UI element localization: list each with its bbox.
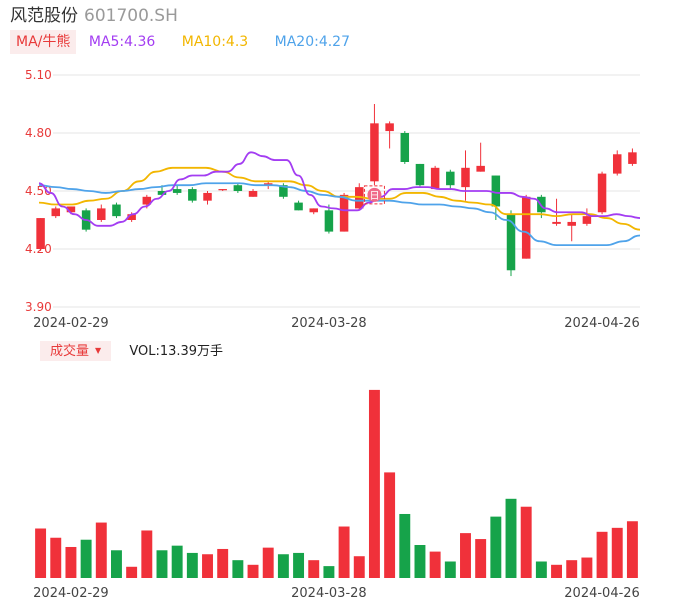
candle-body <box>385 123 394 132</box>
volume-bar <box>596 531 608 578</box>
candle-body <box>476 165 485 172</box>
volume-bar <box>80 539 92 578</box>
candle-body <box>172 189 182 193</box>
volume-bar <box>308 560 320 578</box>
date-tick-label: 2024-04-26 <box>564 586 640 601</box>
candle-body <box>446 171 455 186</box>
candle-body <box>248 191 258 197</box>
price-tick-label: 3.90 <box>25 300 52 314</box>
kline-chart: 5.104.804.504.203.90 2024-02-292024-02-2… <box>25 68 641 601</box>
volume-bar <box>460 533 471 578</box>
candle-body <box>112 204 121 217</box>
candle-body <box>597 173 607 213</box>
candle-body <box>294 202 303 211</box>
volume-bar <box>414 545 426 578</box>
volume-bar <box>581 557 593 578</box>
volume-bar <box>50 537 62 578</box>
volume-bar <box>490 516 502 578</box>
volume-bar <box>353 556 365 578</box>
date-tick-label: 2024-03-28 <box>291 586 367 601</box>
candle-body <box>628 152 637 164</box>
candle-body <box>582 216 592 224</box>
date-tick-label: 2024-03-28 <box>291 316 367 331</box>
volume-bar <box>444 561 456 578</box>
candle-body <box>521 196 531 259</box>
candle-body <box>309 208 318 213</box>
volume-bars <box>35 389 638 578</box>
candle-body <box>97 208 106 220</box>
moving-averages <box>38 151 641 247</box>
volume-bar <box>338 526 350 578</box>
volume-bar <box>65 546 77 578</box>
candle-body <box>491 175 501 207</box>
volume-bar <box>429 551 441 578</box>
volume-bar <box>186 552 198 578</box>
volume-bar <box>368 389 380 578</box>
candle-body <box>415 163 425 186</box>
volume-bar <box>277 554 289 578</box>
volume-bar <box>141 530 153 578</box>
volume-bar <box>95 522 107 578</box>
date-tick-label: 2024-02-29 <box>33 316 109 331</box>
volume-bar <box>35 528 47 578</box>
price-tick-label: 5.10 <box>25 68 52 82</box>
ma10-line <box>38 166 641 231</box>
volume-bar <box>202 554 213 578</box>
candle-body <box>324 210 334 232</box>
volume-bar <box>475 539 487 578</box>
candle-body <box>567 221 576 226</box>
volume-bar <box>520 506 532 578</box>
volume-bar <box>611 527 623 578</box>
volume-bar <box>217 548 229 578</box>
candle-body <box>188 189 197 201</box>
candle-body <box>339 194 349 232</box>
candle-body <box>51 208 61 217</box>
volume-bar <box>505 498 517 578</box>
candle-body <box>370 123 379 182</box>
candle-body <box>400 133 410 162</box>
candle-body <box>36 218 45 249</box>
volume-bar <box>110 550 122 578</box>
volume-bar <box>535 561 547 578</box>
date-tick-label: 2024-04-26 <box>564 316 640 331</box>
volume-bar <box>126 566 138 578</box>
volume-bar <box>566 560 578 578</box>
volume-bar <box>384 472 396 578</box>
volume-bar <box>399 513 411 578</box>
volume-bar <box>323 566 335 578</box>
volume-bar <box>171 545 183 578</box>
candle-body <box>552 221 561 224</box>
price-grid <box>53 74 640 308</box>
date-tick-label: 2024-02-29 <box>33 586 109 601</box>
volume-bar <box>247 564 259 578</box>
volume-bar <box>156 550 168 578</box>
candle-body <box>430 167 440 190</box>
price-tick-label: 4.80 <box>25 126 52 140</box>
event-marker-label: 日 <box>369 191 379 202</box>
candle-body <box>218 189 227 191</box>
volume-bar <box>626 521 638 578</box>
volume-bar <box>551 564 563 578</box>
volume-bar <box>232 560 244 578</box>
date-axis: 2024-02-29 2024-02-29 2024-03-28 2024-03-28… <box>33 316 640 601</box>
candle-body <box>233 185 243 191</box>
volume-bar <box>293 552 305 578</box>
candle-body <box>203 192 212 201</box>
candle-body <box>612 154 622 174</box>
candle-body <box>461 167 470 188</box>
volume-bar <box>262 547 274 578</box>
